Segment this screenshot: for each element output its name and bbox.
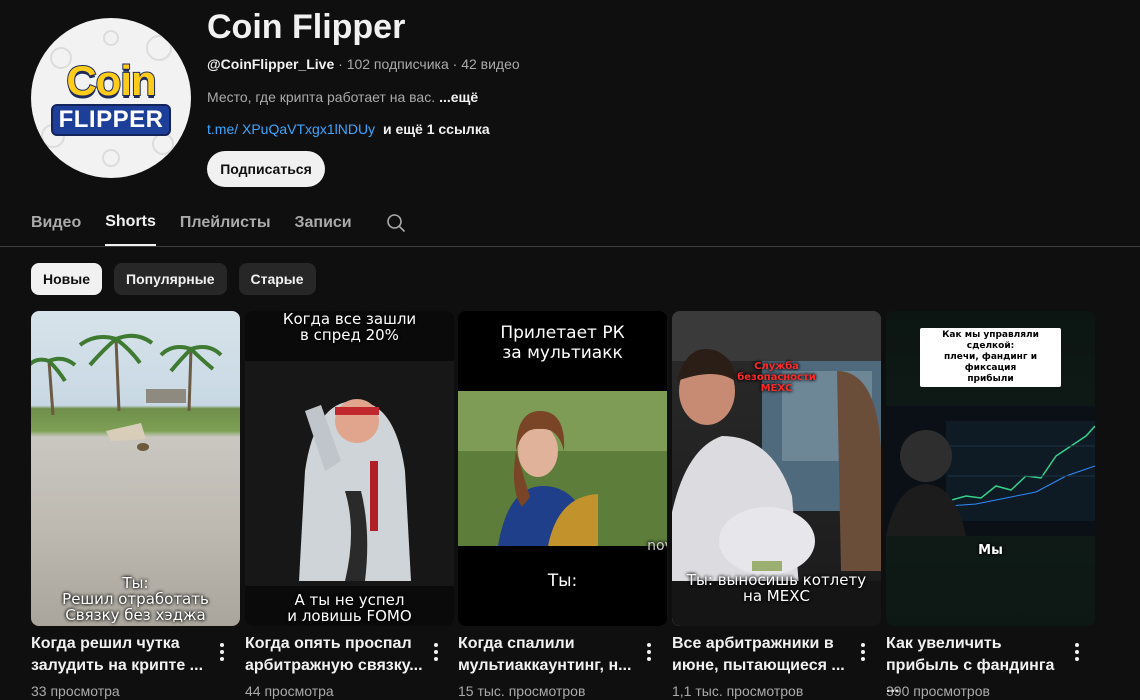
short-overlay-text: А ты не успел и ловишь FOMO (287, 591, 412, 625)
tabs-divider (0, 246, 1140, 247)
tab-videos[interactable]: Видео (31, 200, 81, 246)
more-actions-icon[interactable] (1066, 641, 1088, 663)
telegram-link[interactable]: t.me/ XPuQaVTxgx1lNDUy (207, 121, 375, 137)
man-dancing-image (245, 361, 454, 586)
short-card: Как мы управляли сделкой: плечи, фандинг… (886, 311, 1095, 699)
logo-flipper-text: FLIPPER (50, 104, 172, 136)
short-views: 15 тыс. просмотров (458, 683, 586, 699)
short-overlay-text: Ты: Решил отработать Связку без хэджа (62, 574, 209, 624)
short-card: Прилетает РК за мультиакк nov Ты: Когда … (458, 311, 667, 699)
video-count: 42 видео (461, 56, 520, 72)
short-overlay-text: Служба безопасности МЕХС (737, 361, 816, 394)
woman-portrait-image (458, 391, 667, 546)
short-overlay-text: Ты: (547, 571, 578, 591)
tab-playlists[interactable]: Плейлисты (180, 200, 271, 246)
meta-separator: · (452, 56, 458, 72)
short-card: Когда все зашли в спред 20% А ты не успе… (245, 311, 454, 699)
channel-logo: Coin FLIPPER (50, 57, 172, 136)
short-title[interactable]: Все арбитражники в июне, пытающиеся ... (672, 633, 852, 677)
short-thumbnail[interactable]: Когда все зашли в спред 20% А ты не успе… (245, 311, 454, 626)
channel-name: Coin Flipper (207, 8, 406, 46)
logo-coin-text: Coin (65, 57, 157, 104)
short-views: 33 просмотра (31, 683, 120, 699)
tab-shorts[interactable]: Shorts (105, 200, 156, 246)
short-overlay-text: Мы (978, 543, 1003, 558)
channel-links: t.me/ XPuQaVTxgx1lNDUy и ещё 1 ссылка (207, 121, 490, 137)
channel-handle[interactable]: @CoinFlipper_Live (207, 56, 334, 72)
subscriber-count: 102 подписчика (346, 56, 449, 72)
short-overlay-text: Ты: выносишь котлету на МЕХС (686, 571, 867, 605)
channel-meta: @CoinFlipper_Live · 102 подписчика · 42 … (207, 56, 520, 72)
watermark: nov (647, 538, 667, 554)
short-views: 1,1 тыс. просмотров (672, 683, 804, 699)
description-text: Место, где крипта работает на вас. (207, 89, 436, 105)
more-actions-icon[interactable] (211, 641, 233, 663)
chip-popular[interactable]: Популярные (114, 263, 227, 295)
more-actions-icon[interactable] (638, 641, 660, 663)
short-thumbnail[interactable]: Прилетает РК за мультиакк nov Ты: (458, 311, 667, 626)
channel-description[interactable]: Место, где крипта работает на вас. ...ещё (207, 89, 478, 105)
trading-chart-image (886, 406, 1095, 536)
more-button[interactable]: ...ещё (439, 89, 478, 105)
short-views: 44 просмотра (245, 683, 334, 699)
more-actions-icon[interactable] (852, 641, 874, 663)
sort-chips: Новые Популярные Старые (31, 263, 316, 295)
meta-separator: · (338, 56, 343, 72)
more-links-button[interactable]: и ещё 1 ссылка (383, 121, 490, 137)
short-card: Служба безопасности МЕХС Ты: выносишь ко… (672, 311, 881, 699)
tab-posts[interactable]: Записи (294, 200, 351, 246)
short-views: 390 просмотров (886, 683, 990, 699)
more-actions-icon[interactable] (425, 641, 447, 663)
channel-avatar[interactable]: Coin FLIPPER (31, 18, 191, 178)
chip-oldest[interactable]: Старые (238, 263, 316, 295)
short-title[interactable]: Когда решил чутка залудить на крипте ... (31, 633, 211, 677)
short-overlay-text: Когда все зашли в спред 20% (282, 311, 417, 344)
short-title[interactable]: Когда спалили мультиаккаунтинг, н... (458, 633, 638, 677)
short-thumbnail[interactable]: Служба безопасности МЕХС Ты: выносишь ко… (672, 311, 881, 626)
short-overlay-caption: Как мы управляли сделкой: плечи, фандинг… (920, 328, 1061, 387)
channel-tabs: Видео Shorts Плейлисты Записи (31, 200, 410, 247)
chip-newest[interactable]: Новые (31, 263, 103, 295)
short-overlay-text: Прилетает РК за мультиакк (500, 323, 625, 363)
short-thumbnail[interactable]: Ты: Решил отработать Связку без хэджа (31, 311, 240, 626)
short-title[interactable]: Когда опять проспал арбитражную связку..… (245, 633, 425, 677)
short-card: Ты: Решил отработать Связку без хэджа Ко… (31, 311, 240, 699)
short-thumbnail[interactable]: Как мы управляли сделкой: плечи, фандинг… (886, 311, 1095, 626)
subscribe-button[interactable]: Подписаться (207, 151, 325, 187)
search-icon[interactable] (386, 200, 410, 246)
